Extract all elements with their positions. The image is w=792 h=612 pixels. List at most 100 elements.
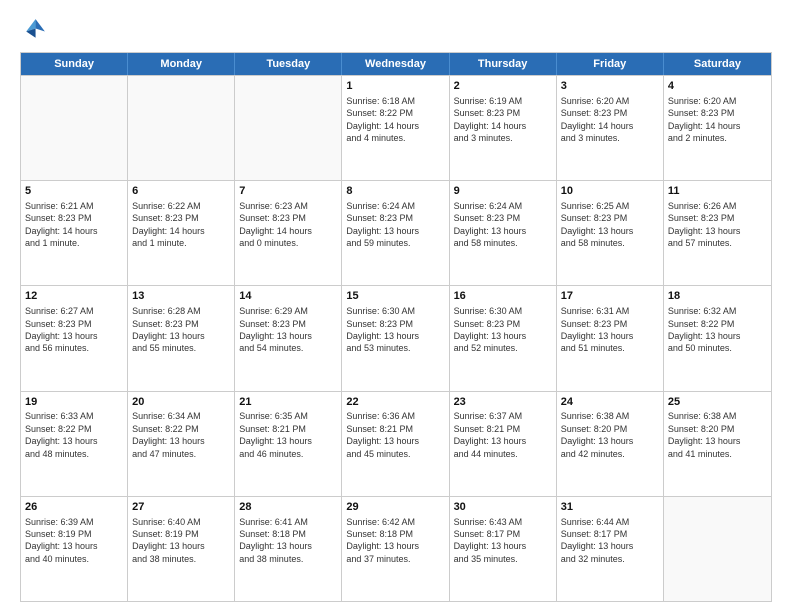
cell-text: Sunrise: 6:30 AM Sunset: 8:23 PM Dayligh…	[454, 305, 552, 355]
calendar-row-0: 1Sunrise: 6:18 AM Sunset: 8:22 PM Daylig…	[21, 75, 771, 180]
day-number: 6	[132, 184, 230, 199]
calendar-cell: 2Sunrise: 6:19 AM Sunset: 8:23 PM Daylig…	[450, 76, 557, 180]
cell-text: Sunrise: 6:20 AM Sunset: 8:23 PM Dayligh…	[668, 95, 767, 145]
calendar-cell: 8Sunrise: 6:24 AM Sunset: 8:23 PM Daylig…	[342, 181, 449, 285]
calendar-cell: 7Sunrise: 6:23 AM Sunset: 8:23 PM Daylig…	[235, 181, 342, 285]
day-number: 2	[454, 79, 552, 94]
cell-text: Sunrise: 6:28 AM Sunset: 8:23 PM Dayligh…	[132, 305, 230, 355]
calendar-cell: 22Sunrise: 6:36 AM Sunset: 8:21 PM Dayli…	[342, 392, 449, 496]
calendar-cell: 26Sunrise: 6:39 AM Sunset: 8:19 PM Dayli…	[21, 497, 128, 601]
day-number: 29	[346, 500, 444, 515]
cell-text: Sunrise: 6:24 AM Sunset: 8:23 PM Dayligh…	[346, 200, 444, 250]
cell-text: Sunrise: 6:38 AM Sunset: 8:20 PM Dayligh…	[561, 410, 659, 460]
calendar-cell: 14Sunrise: 6:29 AM Sunset: 8:23 PM Dayli…	[235, 286, 342, 390]
cell-text: Sunrise: 6:23 AM Sunset: 8:23 PM Dayligh…	[239, 200, 337, 250]
cell-text: Sunrise: 6:19 AM Sunset: 8:23 PM Dayligh…	[454, 95, 552, 145]
day-number: 17	[561, 289, 659, 304]
calendar-cell: 3Sunrise: 6:20 AM Sunset: 8:23 PM Daylig…	[557, 76, 664, 180]
calendar-cell: 29Sunrise: 6:42 AM Sunset: 8:18 PM Dayli…	[342, 497, 449, 601]
calendar-cell: 30Sunrise: 6:43 AM Sunset: 8:17 PM Dayli…	[450, 497, 557, 601]
cell-text: Sunrise: 6:27 AM Sunset: 8:23 PM Dayligh…	[25, 305, 123, 355]
calendar: SundayMondayTuesdayWednesdayThursdayFrid…	[20, 52, 772, 602]
cell-text: Sunrise: 6:36 AM Sunset: 8:21 PM Dayligh…	[346, 410, 444, 460]
calendar-row-1: 5Sunrise: 6:21 AM Sunset: 8:23 PM Daylig…	[21, 180, 771, 285]
day-number: 3	[561, 79, 659, 94]
cell-text: Sunrise: 6:24 AM Sunset: 8:23 PM Dayligh…	[454, 200, 552, 250]
calendar-cell: 16Sunrise: 6:30 AM Sunset: 8:23 PM Dayli…	[450, 286, 557, 390]
calendar-cell	[21, 76, 128, 180]
day-number: 18	[668, 289, 767, 304]
page: SundayMondayTuesdayWednesdayThursdayFrid…	[0, 0, 792, 612]
day-number: 19	[25, 395, 123, 410]
day-number: 26	[25, 500, 123, 515]
cell-text: Sunrise: 6:26 AM Sunset: 8:23 PM Dayligh…	[668, 200, 767, 250]
day-number: 9	[454, 184, 552, 199]
header-day-thursday: Thursday	[450, 53, 557, 75]
day-number: 30	[454, 500, 552, 515]
cell-text: Sunrise: 6:32 AM Sunset: 8:22 PM Dayligh…	[668, 305, 767, 355]
calendar-header: SundayMondayTuesdayWednesdayThursdayFrid…	[21, 53, 771, 75]
day-number: 21	[239, 395, 337, 410]
day-number: 15	[346, 289, 444, 304]
day-number: 1	[346, 79, 444, 94]
header-day-wednesday: Wednesday	[342, 53, 449, 75]
calendar-cell: 6Sunrise: 6:22 AM Sunset: 8:23 PM Daylig…	[128, 181, 235, 285]
cell-text: Sunrise: 6:20 AM Sunset: 8:23 PM Dayligh…	[561, 95, 659, 145]
day-number: 8	[346, 184, 444, 199]
cell-text: Sunrise: 6:37 AM Sunset: 8:21 PM Dayligh…	[454, 410, 552, 460]
cell-text: Sunrise: 6:22 AM Sunset: 8:23 PM Dayligh…	[132, 200, 230, 250]
day-number: 27	[132, 500, 230, 515]
cell-text: Sunrise: 6:35 AM Sunset: 8:21 PM Dayligh…	[239, 410, 337, 460]
header-day-sunday: Sunday	[21, 53, 128, 75]
calendar-row-3: 19Sunrise: 6:33 AM Sunset: 8:22 PM Dayli…	[21, 391, 771, 496]
cell-text: Sunrise: 6:29 AM Sunset: 8:23 PM Dayligh…	[239, 305, 337, 355]
calendar-cell: 9Sunrise: 6:24 AM Sunset: 8:23 PM Daylig…	[450, 181, 557, 285]
cell-text: Sunrise: 6:41 AM Sunset: 8:18 PM Dayligh…	[239, 516, 337, 566]
calendar-cell: 10Sunrise: 6:25 AM Sunset: 8:23 PM Dayli…	[557, 181, 664, 285]
day-number: 25	[668, 395, 767, 410]
calendar-cell: 18Sunrise: 6:32 AM Sunset: 8:22 PM Dayli…	[664, 286, 771, 390]
calendar-cell: 17Sunrise: 6:31 AM Sunset: 8:23 PM Dayli…	[557, 286, 664, 390]
calendar-cell: 15Sunrise: 6:30 AM Sunset: 8:23 PM Dayli…	[342, 286, 449, 390]
header	[20, 16, 772, 44]
calendar-cell: 12Sunrise: 6:27 AM Sunset: 8:23 PM Dayli…	[21, 286, 128, 390]
calendar-cell: 1Sunrise: 6:18 AM Sunset: 8:22 PM Daylig…	[342, 76, 449, 180]
calendar-cell: 21Sunrise: 6:35 AM Sunset: 8:21 PM Dayli…	[235, 392, 342, 496]
logo	[20, 16, 52, 44]
calendar-row-4: 26Sunrise: 6:39 AM Sunset: 8:19 PM Dayli…	[21, 496, 771, 601]
calendar-cell: 4Sunrise: 6:20 AM Sunset: 8:23 PM Daylig…	[664, 76, 771, 180]
calendar-cell: 27Sunrise: 6:40 AM Sunset: 8:19 PM Dayli…	[128, 497, 235, 601]
day-number: 13	[132, 289, 230, 304]
calendar-cell	[128, 76, 235, 180]
cell-text: Sunrise: 6:25 AM Sunset: 8:23 PM Dayligh…	[561, 200, 659, 250]
cell-text: Sunrise: 6:44 AM Sunset: 8:17 PM Dayligh…	[561, 516, 659, 566]
day-number: 31	[561, 500, 659, 515]
calendar-cell: 11Sunrise: 6:26 AM Sunset: 8:23 PM Dayli…	[664, 181, 771, 285]
cell-text: Sunrise: 6:18 AM Sunset: 8:22 PM Dayligh…	[346, 95, 444, 145]
header-day-monday: Monday	[128, 53, 235, 75]
day-number: 23	[454, 395, 552, 410]
day-number: 7	[239, 184, 337, 199]
day-number: 22	[346, 395, 444, 410]
calendar-cell	[664, 497, 771, 601]
calendar-cell	[235, 76, 342, 180]
cell-text: Sunrise: 6:38 AM Sunset: 8:20 PM Dayligh…	[668, 410, 767, 460]
day-number: 20	[132, 395, 230, 410]
header-day-saturday: Saturday	[664, 53, 771, 75]
calendar-cell: 25Sunrise: 6:38 AM Sunset: 8:20 PM Dayli…	[664, 392, 771, 496]
calendar-cell: 28Sunrise: 6:41 AM Sunset: 8:18 PM Dayli…	[235, 497, 342, 601]
cell-text: Sunrise: 6:42 AM Sunset: 8:18 PM Dayligh…	[346, 516, 444, 566]
calendar-cell: 24Sunrise: 6:38 AM Sunset: 8:20 PM Dayli…	[557, 392, 664, 496]
day-number: 24	[561, 395, 659, 410]
calendar-cell: 31Sunrise: 6:44 AM Sunset: 8:17 PM Dayli…	[557, 497, 664, 601]
calendar-body: 1Sunrise: 6:18 AM Sunset: 8:22 PM Daylig…	[21, 75, 771, 601]
day-number: 12	[25, 289, 123, 304]
logo-icon	[20, 16, 48, 44]
calendar-cell: 5Sunrise: 6:21 AM Sunset: 8:23 PM Daylig…	[21, 181, 128, 285]
calendar-cell: 19Sunrise: 6:33 AM Sunset: 8:22 PM Dayli…	[21, 392, 128, 496]
day-number: 10	[561, 184, 659, 199]
cell-text: Sunrise: 6:34 AM Sunset: 8:22 PM Dayligh…	[132, 410, 230, 460]
day-number: 28	[239, 500, 337, 515]
calendar-cell: 23Sunrise: 6:37 AM Sunset: 8:21 PM Dayli…	[450, 392, 557, 496]
cell-text: Sunrise: 6:21 AM Sunset: 8:23 PM Dayligh…	[25, 200, 123, 250]
